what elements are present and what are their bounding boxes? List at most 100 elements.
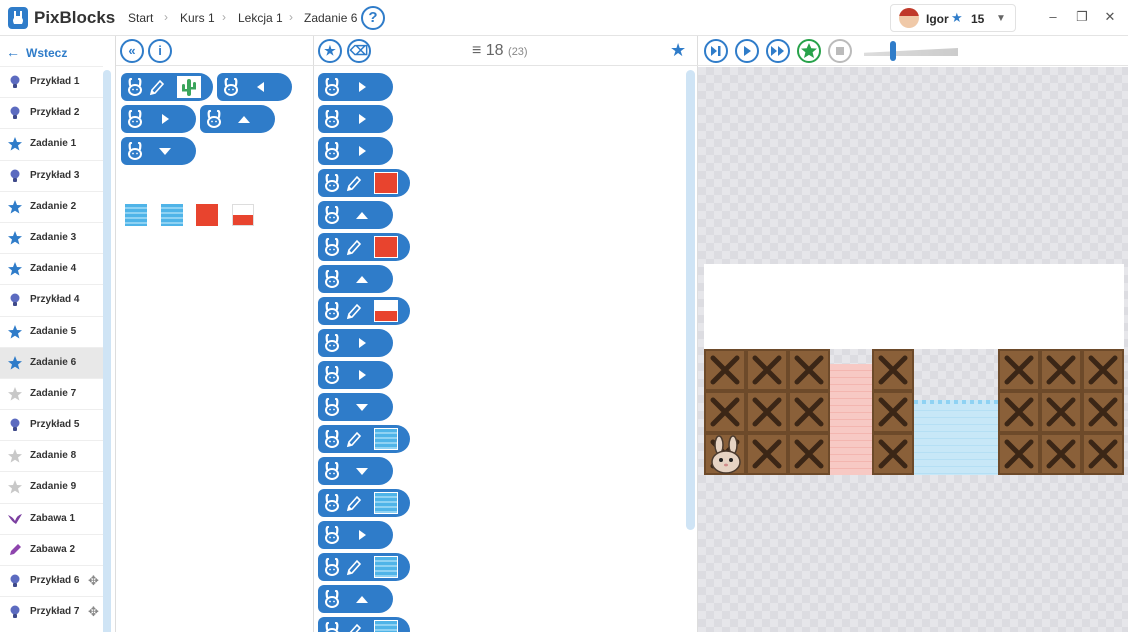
move-right-block[interactable] xyxy=(318,105,393,133)
move-right-block[interactable] xyxy=(318,137,393,165)
bunny-icon xyxy=(324,589,340,608)
step-button[interactable] xyxy=(704,39,728,63)
move-up-block[interactable] xyxy=(200,105,275,133)
sidebar-item[interactable]: Zadanie 3 xyxy=(0,221,103,253)
move-right-block[interactable] xyxy=(121,105,196,133)
program-scrollbar[interactable] xyxy=(686,70,695,530)
speed-slider-track[interactable] xyxy=(864,48,958,56)
sidebar-item[interactable]: Zadanie 4 xyxy=(0,253,103,284)
paint-block[interactable] xyxy=(318,617,410,632)
move-right-block[interactable] xyxy=(318,73,393,101)
fast-forward-button[interactable] xyxy=(766,39,790,63)
move-down-block[interactable] xyxy=(318,393,393,421)
palette-tile-half-red[interactable] xyxy=(232,204,254,226)
move-down-block[interactable] xyxy=(121,137,196,165)
bulb-icon xyxy=(7,105,23,121)
sidebar-item[interactable]: Zadanie 2 xyxy=(0,190,103,222)
chevron-down-icon[interactable]: ▼ xyxy=(996,13,1006,24)
bulb-icon xyxy=(7,573,23,589)
paint-block[interactable] xyxy=(121,73,213,101)
star-grey-icon xyxy=(7,479,23,495)
sidebar-item[interactable]: Przykład 5 xyxy=(0,409,103,440)
move-icon[interactable]: ✥ xyxy=(88,573,99,589)
crate-tile xyxy=(1040,391,1082,433)
move-up-block[interactable] xyxy=(318,265,393,293)
palette-tile-red[interactable] xyxy=(196,204,218,226)
move-icon[interactable]: ✥ xyxy=(88,604,99,620)
sidebar-item[interactable]: Zadanie 1 xyxy=(0,128,103,159)
maximize-button[interactable]: ❐ xyxy=(1073,8,1091,26)
move-right-block[interactable] xyxy=(318,329,393,357)
sidebar-item-label: Zadanie 9 xyxy=(30,481,77,493)
crate-tile xyxy=(704,391,746,433)
minimize-button[interactable]: – xyxy=(1044,8,1062,26)
play-button[interactable] xyxy=(735,39,759,63)
sidebar-item[interactable]: Przykład 2 xyxy=(0,97,103,128)
check-star-button[interactable] xyxy=(797,39,821,63)
sidebar-item-label: Przykład 3 xyxy=(30,169,80,181)
pixblocks-app: PixBlocks Start › Kurs 1 › Lekcja 1 › Za… xyxy=(0,0,1128,632)
sidebar-item[interactable]: Zabawa 2 xyxy=(0,533,103,565)
paint-block[interactable] xyxy=(318,553,410,581)
sidebar-item[interactable]: Zadanie 6 xyxy=(0,346,103,378)
sidebar-item[interactable]: Zabawa 1 xyxy=(0,502,103,534)
sidebar-item[interactable]: Przykład 6 ✥ xyxy=(0,565,103,596)
sidebar-item[interactable]: Zadanie 5 xyxy=(0,315,103,347)
paint-block[interactable] xyxy=(318,297,410,325)
tile-red xyxy=(374,172,398,194)
sidebar-item[interactable]: Przykład 4 xyxy=(0,284,103,315)
bunny-icon xyxy=(324,493,340,512)
trash-button[interactable]: ⌫ xyxy=(347,39,371,63)
crate-tile xyxy=(746,433,788,475)
paint-block[interactable] xyxy=(318,169,410,197)
breadcrumb-lesson[interactable]: Lekcja 1 xyxy=(238,11,283,25)
paint-block[interactable] xyxy=(318,425,410,453)
sidebar-scrollbar[interactable] xyxy=(103,70,111,632)
bunny-icon xyxy=(324,109,340,128)
palette-tile-water[interactable] xyxy=(125,204,147,226)
star-icon xyxy=(7,261,23,277)
stop-button[interactable] xyxy=(828,39,852,63)
sidebar-item[interactable]: Zadanie 8 xyxy=(0,440,103,471)
breadcrumb-course[interactable]: Kurs 1 xyxy=(180,11,215,25)
help-button[interactable]: ? xyxy=(361,6,385,30)
bunny-icon xyxy=(324,333,340,352)
breadcrumb-start[interactable]: Start xyxy=(128,11,153,25)
user-menu[interactable]: Igor ★ 15 ▼ xyxy=(890,4,1016,32)
collapse-button[interactable]: « xyxy=(120,39,144,63)
chevron-right-icon: › xyxy=(222,10,226,24)
sidebar-item[interactable]: Przykład 3 xyxy=(0,159,103,191)
pencil-icon xyxy=(7,542,23,558)
move-right-block[interactable] xyxy=(318,361,393,389)
pencil-icon xyxy=(346,174,362,192)
bunny-icon xyxy=(324,397,340,416)
back-button[interactable]: ← Wstecz xyxy=(6,44,67,60)
board-sky xyxy=(704,264,1124,349)
star-icon[interactable]: ★ xyxy=(670,40,686,61)
sidebar-item[interactable]: Zadanie 7 xyxy=(0,377,103,409)
paint-block[interactable] xyxy=(318,489,410,517)
app-title: PixBlocks xyxy=(34,8,116,27)
move-up-block[interactable] xyxy=(318,585,393,613)
move-right-block[interactable] xyxy=(318,521,393,549)
chevron-right-icon: › xyxy=(164,10,168,24)
stage-panel: − + xyxy=(698,36,1128,632)
close-button[interactable]: ✕ xyxy=(1101,8,1119,26)
star-button[interactable]: ★ xyxy=(318,39,342,63)
palette-tile-water-wave[interactable] xyxy=(161,204,183,226)
arrow-right-icon xyxy=(354,143,370,159)
move-down-block[interactable] xyxy=(318,457,393,485)
move-up-block[interactable] xyxy=(318,201,393,229)
bunny-icon xyxy=(324,621,340,632)
sidebar-item-label: Przykład 4 xyxy=(30,294,80,306)
move-left-block[interactable] xyxy=(217,73,292,101)
bunny-icon xyxy=(324,365,340,384)
speed-slider-handle[interactable] xyxy=(890,41,896,61)
info-button[interactable]: i xyxy=(148,39,172,63)
sidebar-item[interactable]: Przykład 7 ✥ xyxy=(0,596,103,627)
sidebar-item-label: Zadanie 4 xyxy=(30,263,77,275)
breadcrumb-task[interactable]: Zadanie 6 xyxy=(304,11,357,25)
paint-block[interactable] xyxy=(318,233,410,261)
sidebar-item[interactable]: Przykład 1 xyxy=(0,66,103,97)
sidebar-item[interactable]: Zadanie 9 xyxy=(0,471,103,502)
